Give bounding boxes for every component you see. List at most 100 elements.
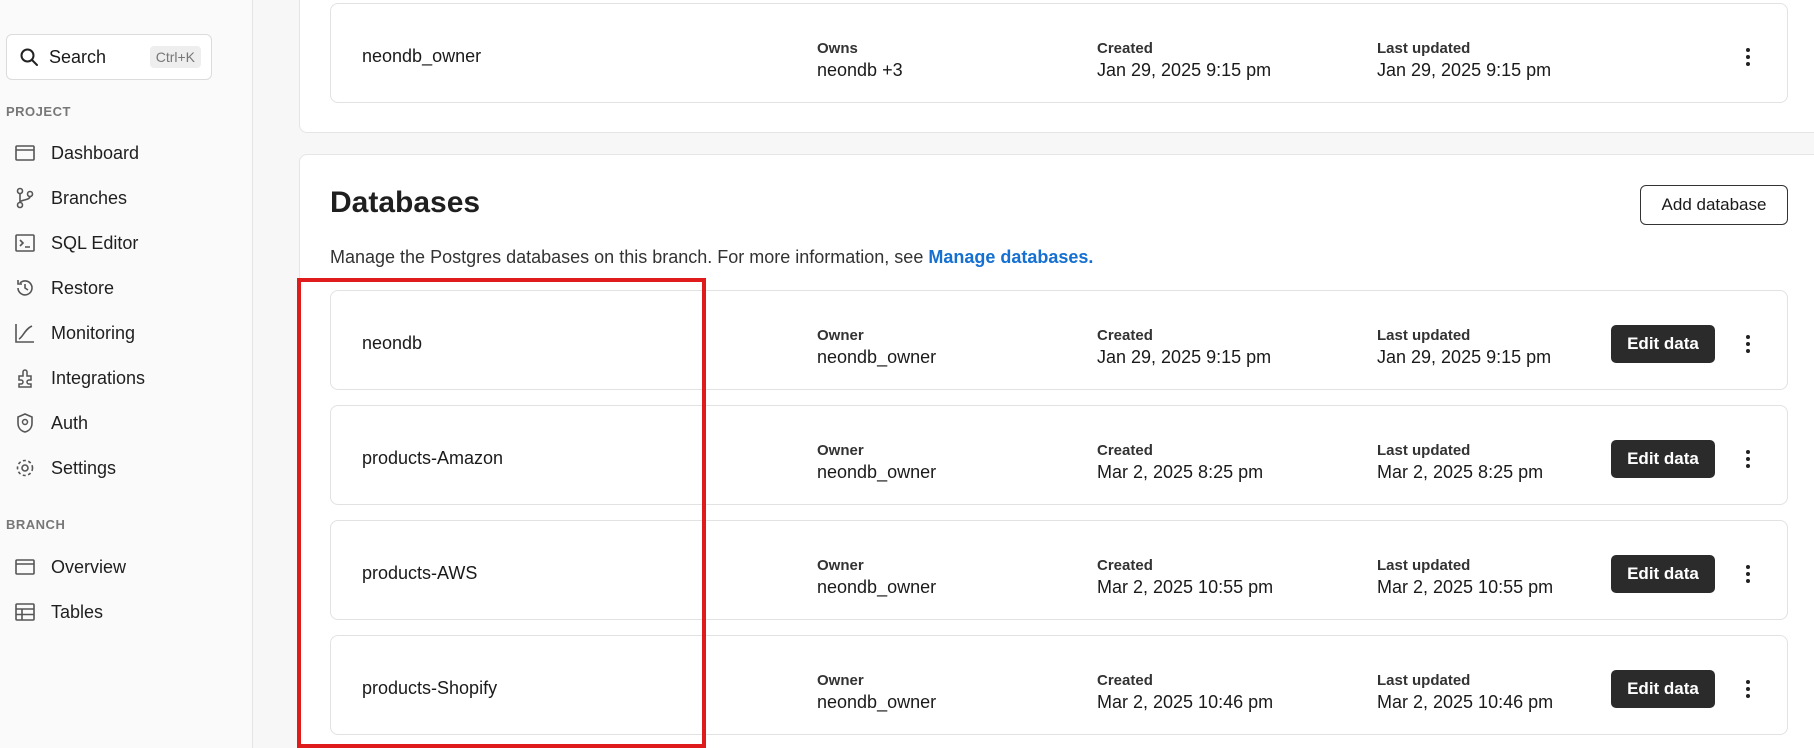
edit-data-button[interactable]: Edit data	[1611, 325, 1715, 363]
database-row: products-Amazon Owner neondb_owner Creat…	[330, 405, 1788, 505]
sidebar-item-tables[interactable]: Tables	[14, 597, 103, 627]
kebab-icon	[1746, 450, 1750, 468]
sidebar-item-label: Auth	[51, 412, 89, 433]
branches-icon	[16, 187, 34, 209]
database-created: Created Mar 2, 2025 10:55 pm	[1097, 557, 1273, 598]
sidebar-item-overview[interactable]: Overview	[14, 552, 126, 582]
sidebar-item-label: Tables	[51, 601, 104, 622]
database-created: Created Mar 2, 2025 8:25 pm	[1097, 442, 1263, 483]
sidebar-item-label: SQL Editor	[51, 232, 139, 253]
sidebar-item-settings[interactable]: Settings	[14, 453, 116, 483]
edit-data-button[interactable]: Edit data	[1611, 555, 1715, 593]
monitoring-icon	[15, 324, 34, 343]
database-updated: Last updated Mar 2, 2025 10:55 pm	[1377, 557, 1553, 598]
owns-value: neondb +3	[817, 60, 903, 80]
created-label: Created	[1097, 557, 1153, 574]
updated-value: Mar 2, 2025 8:25 pm	[1377, 462, 1544, 482]
auth-icon	[17, 413, 33, 433]
sidebar-item-label: Overview	[51, 556, 127, 577]
more-options-button[interactable]	[1733, 42, 1763, 72]
database-owner: Owner neondb_owner	[817, 327, 936, 368]
overview-icon	[15, 559, 35, 575]
search-label: Search	[49, 46, 107, 67]
more-options-button[interactable]	[1733, 444, 1763, 474]
settings-icon	[16, 459, 34, 477]
created-label: Created	[1097, 442, 1153, 459]
tables-icon	[15, 603, 35, 621]
created-label: Created	[1097, 327, 1153, 344]
owner-value: neondb_owner	[817, 577, 937, 597]
more-options-button[interactable]	[1733, 559, 1763, 589]
restore-icon	[17, 280, 33, 296]
database-updated: Last updated Mar 2, 2025 8:25 pm	[1377, 442, 1543, 483]
created-value: Jan 29, 2025 9:15 pm	[1097, 347, 1272, 367]
sql-editor-icon	[15, 234, 35, 252]
role-updated: Last updated Jan 29, 2025 9:15 pm	[1377, 40, 1551, 81]
created-label: Created	[1097, 672, 1153, 689]
sidebar-item-restore[interactable]: Restore	[14, 273, 114, 303]
updated-label: Last updated	[1377, 557, 1471, 574]
sidebar-item-label: Monitoring	[51, 322, 136, 343]
kebab-icon	[1746, 335, 1750, 353]
updated-value: Jan 29, 2025 9:15 pm	[1377, 347, 1552, 367]
description-text: Manage the Postgres databases on this br…	[330, 247, 929, 267]
more-options-button[interactable]	[1733, 329, 1763, 359]
owner-value: neondb_owner	[817, 692, 937, 712]
search-button[interactable]: Search Ctrl+K	[6, 34, 212, 80]
sidebar-item-label: Restore	[51, 277, 115, 298]
created-value: Mar 2, 2025 10:55 pm	[1097, 577, 1274, 597]
sidebar-item-label: Branches	[51, 187, 128, 208]
database-row: products-AWS Owner neondb_owner Created …	[330, 520, 1788, 620]
owner-value: neondb_owner	[817, 462, 937, 482]
created-value: Jan 29, 2025 9:15 pm	[1097, 60, 1272, 80]
updated-value: Mar 2, 2025 10:46 pm	[1377, 692, 1554, 712]
edit-data-button[interactable]: Edit data	[1611, 440, 1715, 478]
databases-description: Manage the Postgres databases on this br…	[330, 247, 1093, 268]
sidebar-item-dashboard[interactable]: Dashboard	[14, 138, 139, 168]
database-owner: Owner neondb_owner	[817, 557, 936, 598]
database-name: products-AWS	[362, 563, 478, 583]
database-name: products-Shopify	[362, 678, 498, 698]
manage-databases-link[interactable]: Manage databases.	[928, 247, 1093, 267]
updated-label: Last updated	[1377, 672, 1471, 689]
role-owns: Owns neondb +3	[817, 40, 903, 81]
owner-label: Owner	[817, 557, 864, 574]
sidebar-item-integrations[interactable]: Integrations	[14, 363, 145, 393]
main-content: neondb_owner Owns neondb +3 Created Jan …	[254, 0, 1814, 748]
database-created: Created Mar 2, 2025 10:46 pm	[1097, 672, 1273, 713]
database-created: Created Jan 29, 2025 9:15 pm	[1097, 327, 1271, 368]
edit-data-button[interactable]: Edit data	[1611, 670, 1715, 708]
database-updated: Last updated Jan 29, 2025 9:15 pm	[1377, 327, 1551, 368]
branch-section-title: BRANCH	[6, 517, 66, 532]
sidebar-item-branches[interactable]: Branches	[14, 183, 127, 213]
owner-value: neondb_owner	[817, 347, 937, 367]
search-shortcut: Ctrl+K	[149, 46, 201, 68]
updated-value: Mar 2, 2025 10:55 pm	[1377, 577, 1554, 597]
role-row: neondb_owner Owns neondb +3 Created Jan …	[330, 3, 1788, 103]
sidebar-item-label: Settings	[51, 457, 117, 478]
role-created: Created Jan 29, 2025 9:15 pm	[1097, 40, 1271, 81]
more-options-button[interactable]	[1733, 674, 1763, 704]
sidebar-item-label: Integrations	[51, 367, 146, 388]
updated-label: Last updated	[1377, 327, 1471, 344]
updated-label: Last updated	[1377, 40, 1471, 57]
add-database-button[interactable]: Add database	[1640, 185, 1788, 225]
sidebar-item-auth[interactable]: Auth	[14, 408, 88, 438]
kebab-icon	[1746, 680, 1750, 698]
owns-label: Owns	[817, 40, 858, 57]
database-name: products-Amazon	[362, 448, 504, 468]
sidebar-item-label: Dashboard	[51, 142, 140, 163]
sidebar: Search Ctrl+K PROJECT Dashboard Branches…	[0, 0, 253, 748]
dashboard-icon	[15, 145, 35, 161]
sidebar-item-monitoring[interactable]: Monitoring	[14, 318, 135, 348]
updated-label: Last updated	[1377, 442, 1471, 459]
owner-label: Owner	[817, 672, 864, 689]
databases-title: Databases	[330, 186, 481, 219]
sidebar-item-sql-editor[interactable]: SQL Editor	[14, 228, 138, 258]
database-owner: Owner neondb_owner	[817, 442, 936, 483]
owner-label: Owner	[817, 442, 864, 459]
kebab-icon	[1746, 48, 1750, 66]
kebab-icon	[1746, 565, 1750, 583]
created-value: Mar 2, 2025 8:25 pm	[1097, 462, 1264, 482]
database-owner: Owner neondb_owner	[817, 672, 936, 713]
